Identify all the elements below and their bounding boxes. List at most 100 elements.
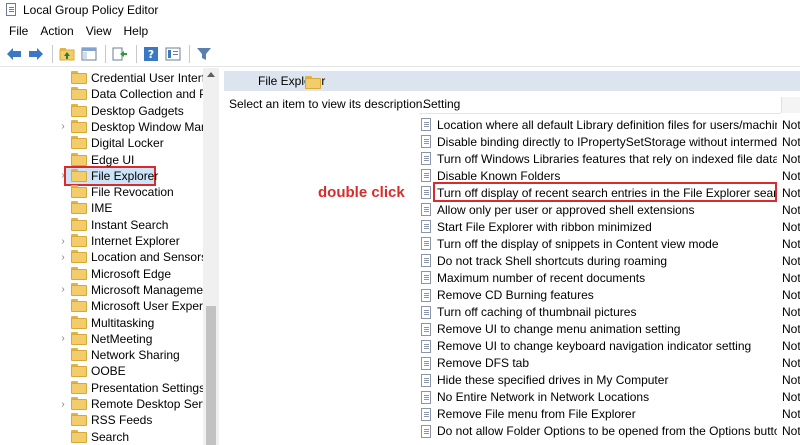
details-header: File Explorer xyxy=(224,71,800,91)
tree-node-label: NetMeeting xyxy=(91,331,153,346)
tree-node[interactable]: Microsoft Edge xyxy=(0,266,203,282)
scroll-up-arrow-icon[interactable] xyxy=(207,72,215,77)
folder-icon xyxy=(71,331,87,345)
policy-setting-icon xyxy=(420,237,432,251)
toolbar: ? xyxy=(0,41,800,67)
menu-view[interactable]: View xyxy=(80,24,118,38)
folder-icon xyxy=(71,282,87,296)
policy-setting-row[interactable]: Turn off the display of snippets in Cont… xyxy=(420,235,800,252)
tree-node[interactable]: › Internet Explorer xyxy=(0,233,203,249)
policy-setting-row[interactable]: Remove CD Burning features Not xyxy=(420,287,800,304)
help-icon[interactable]: ? xyxy=(141,44,161,64)
tree-node[interactable]: › NetMeeting xyxy=(0,331,203,347)
tree-node[interactable]: Data Collection and Pre xyxy=(0,86,218,102)
policy-setting-row[interactable]: Location where all default Library defin… xyxy=(420,116,800,133)
policy-setting-row[interactable]: Remove UI to change keyboard navigation … xyxy=(420,338,800,355)
policy-setting-icon xyxy=(420,203,432,217)
chevron-right-icon[interactable]: › xyxy=(59,331,67,347)
toolbar-separator xyxy=(136,44,137,63)
folder-icon xyxy=(71,315,87,329)
tree-node[interactable]: Presentation Settings xyxy=(0,380,205,396)
policy-setting-label: Remove File menu from File Explorer xyxy=(437,407,636,422)
policy-setting-row[interactable]: Remove UI to change menu animation setti… xyxy=(420,321,800,338)
policy-setting-state: Not xyxy=(782,407,800,422)
forward-arrow-icon[interactable] xyxy=(26,44,46,64)
tree-node[interactable]: Microsoft User Experier xyxy=(0,298,216,314)
chevron-right-icon[interactable]: › xyxy=(59,168,67,184)
folder-icon xyxy=(71,348,87,362)
folder-icon xyxy=(71,136,87,150)
policy-setting-state: Not xyxy=(782,373,800,388)
policy-setting-label: Turn off caching of thumbnail pictures xyxy=(437,305,637,320)
tree-scrollbar[interactable] xyxy=(203,68,219,445)
policy-setting-label: Remove UI to change keyboard navigation … xyxy=(437,339,752,354)
tree-node-label: Instant Search xyxy=(91,217,169,232)
tree-node[interactable]: File Revocation xyxy=(0,184,203,200)
tree-node[interactable]: Desktop Gadgets xyxy=(0,103,203,119)
tree-node[interactable]: › Desktop Window Mana xyxy=(0,119,214,135)
filter-icon[interactable] xyxy=(194,44,214,64)
tree-node[interactable]: › File Explorer xyxy=(0,168,203,184)
show-hide-tree-icon[interactable] xyxy=(79,44,99,64)
policy-setting-icon xyxy=(420,288,432,302)
tree-node[interactable]: IME xyxy=(0,200,203,216)
scrollbar-thumb[interactable] xyxy=(206,306,216,445)
tree-node[interactable]: › Location and Sensors xyxy=(0,249,207,265)
toolbar-separator xyxy=(52,44,53,63)
folder-icon xyxy=(71,266,87,280)
policy-setting-row[interactable]: Turn off Windows Libraries features that… xyxy=(420,150,800,167)
tree-node-label: Microsoft User Experier xyxy=(91,299,217,314)
policy-setting-label: Remove DFS tab xyxy=(437,356,530,371)
folder-icon xyxy=(71,397,87,410)
menu-file[interactable]: File xyxy=(3,24,34,38)
policy-setting-row[interactable]: Do not track Shell shortcuts during roam… xyxy=(420,252,800,269)
highlighted-setting-box xyxy=(433,182,777,202)
tree-node-label: Credential User Interfac xyxy=(91,71,218,85)
tree-node-label: Network Sharing xyxy=(91,348,180,363)
folder-icon xyxy=(71,234,87,247)
policy-setting-row[interactable]: Do not allow Folder Options to be opened… xyxy=(420,423,800,440)
policy-setting-row[interactable]: Remove DFS tab Not xyxy=(420,355,800,372)
tree-node[interactable]: OOBE xyxy=(0,363,203,379)
tree-node-label: Search xyxy=(91,429,130,444)
folder-icon xyxy=(71,152,87,166)
tree-node[interactable]: RSS Feeds xyxy=(0,412,203,428)
tree-node[interactable]: Network Sharing xyxy=(0,347,203,363)
chevron-right-icon[interactable]: › xyxy=(59,119,67,135)
chevron-right-icon[interactable]: › xyxy=(59,249,67,265)
chevron-right-icon[interactable]: › xyxy=(59,396,67,412)
properties-icon[interactable] xyxy=(163,44,183,64)
tree-node[interactable]: Instant Search xyxy=(0,217,203,233)
tree-node[interactable]: Multitasking xyxy=(0,315,203,331)
policy-setting-state: Not xyxy=(782,356,800,371)
export-list-icon[interactable] xyxy=(110,44,130,64)
policy-setting-row[interactable]: Maximum number of recent documents Not xyxy=(420,269,800,286)
window-title: Local Group Policy Editor xyxy=(23,3,159,17)
policy-setting-row[interactable]: Turn off caching of thumbnail pictures No… xyxy=(420,304,800,321)
column-header-state[interactable] xyxy=(781,97,800,113)
policy-setting-row[interactable]: Disable binding directly to IPropertySet… xyxy=(420,133,800,150)
policy-setting-row[interactable]: Hide these specified drives in My Comput… xyxy=(420,372,800,389)
tree-node[interactable]: › Microsoft Management xyxy=(0,282,213,298)
up-folder-icon[interactable] xyxy=(57,44,77,64)
policy-setting-row[interactable]: Start File Explorer with ribbon minimize… xyxy=(420,218,800,235)
policy-setting-state: Not xyxy=(782,202,800,217)
tree-node[interactable]: Credential User Interfac xyxy=(0,70,218,86)
tree-node-label: Remote Desktop Servic xyxy=(91,397,218,411)
column-header-setting[interactable]: Setting xyxy=(423,97,460,111)
policy-setting-row[interactable]: Remove File menu from File Explorer Not xyxy=(420,406,800,423)
chevron-right-icon[interactable]: › xyxy=(59,233,67,249)
policy-setting-row[interactable]: No Entire Network in Network Locations No… xyxy=(420,389,800,406)
chevron-right-icon[interactable]: › xyxy=(59,282,67,298)
back-arrow-icon[interactable] xyxy=(4,44,24,64)
tree-node[interactable]: Edge UI xyxy=(0,152,203,168)
policy-setting-state: Not xyxy=(782,322,800,337)
policy-setting-row[interactable]: Allow only per user or approved shell ex… xyxy=(420,201,800,218)
menu-action[interactable]: Action xyxy=(34,24,79,38)
tree-node[interactable]: › Remote Desktop Servic xyxy=(0,396,217,412)
tree-node[interactable]: Digital Locker xyxy=(0,135,203,151)
menu-help[interactable]: Help xyxy=(118,24,155,38)
tree-node[interactable]: Search xyxy=(0,429,203,445)
tree-node-label: Data Collection and Pre xyxy=(91,87,218,102)
folder-icon xyxy=(71,168,87,182)
